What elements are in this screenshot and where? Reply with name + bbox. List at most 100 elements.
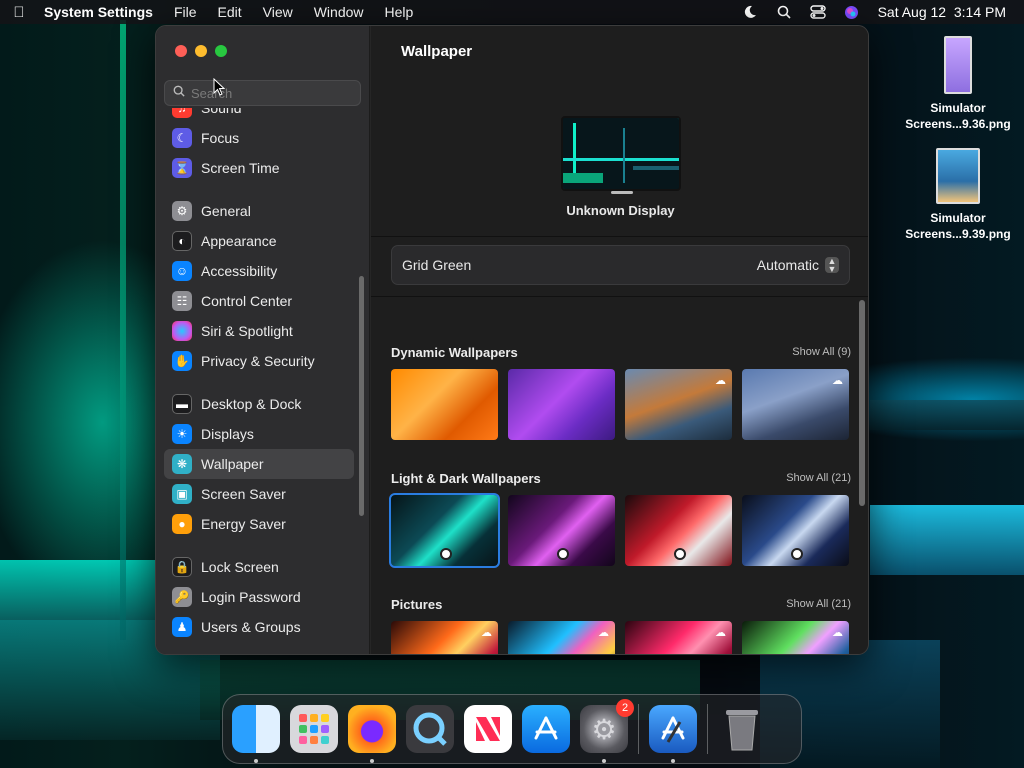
wallpaper-thumbnail[interactable] xyxy=(508,369,615,440)
show-all-button[interactable]: Show All (9) xyxy=(792,346,851,358)
menu-view[interactable]: View xyxy=(263,4,293,20)
desktop-file-name: Simulator xyxy=(930,211,986,225)
menu-file[interactable]: File xyxy=(174,4,197,20)
wallpaper-thumbnail[interactable]: ☁ xyxy=(742,621,849,654)
sidebar-item-energy-saver[interactable]: ● Energy Saver xyxy=(164,509,354,539)
running-indicator xyxy=(254,759,258,763)
siri-icon xyxy=(172,321,192,341)
siri-icon[interactable] xyxy=(844,4,860,20)
display-preview xyxy=(561,116,681,191)
wallpaper-band xyxy=(0,560,160,620)
desktop-file-name: Simulator xyxy=(930,101,986,115)
app-store-icon[interactable] xyxy=(522,705,570,753)
sidebar-item-displays[interactable]: ☀ Displays xyxy=(164,419,354,449)
light-dark-badge-icon xyxy=(440,548,452,560)
menu-edit[interactable]: Edit xyxy=(218,4,242,20)
moon-icon: ☾ xyxy=(172,128,192,148)
system-settings-icon[interactable]: ⚙ 2 xyxy=(580,699,634,763)
dock-separator xyxy=(707,704,708,754)
zoom-button[interactable] xyxy=(215,45,227,57)
trash-icon[interactable] xyxy=(718,705,766,753)
display-stand xyxy=(611,191,633,194)
xcode-icon[interactable] xyxy=(649,705,697,763)
sidebar-item-label: Focus xyxy=(201,130,240,146)
sidebar-item-appearance[interactable]: ◐ Appearance xyxy=(164,226,354,256)
sidebar-item-focus[interactable]: ☾ Focus xyxy=(164,123,354,153)
menu-help[interactable]: Help xyxy=(385,4,414,20)
sidebar-item-login-password[interactable]: 🔑 Login Password xyxy=(164,582,354,612)
sidebar-group: 🔒 Lock Screen 🔑 Login Password ♟ Users &… xyxy=(164,552,354,642)
wallpaper-thumbnail[interactable]: ☁ xyxy=(391,621,498,654)
screen-saver-icon: ▣ xyxy=(172,484,192,504)
sidebar-item-lock-screen[interactable]: 🔒 Lock Screen xyxy=(164,552,354,582)
sidebar-item-users-groups[interactable]: ♟ Users & Groups xyxy=(164,612,354,642)
gear-icon: ⚙ xyxy=(172,201,192,221)
sidebar-item-label: Accessibility xyxy=(201,263,278,279)
mouse-pointer-icon xyxy=(213,77,226,101)
divider xyxy=(371,236,868,237)
section-pictures: Pictures Show All (21) ☁ ☁ ☁ ☁ xyxy=(391,595,851,654)
running-indicator xyxy=(370,759,374,763)
sidebar-item-label: Wallpaper xyxy=(201,456,264,472)
sidebar-group: ▬ Desktop & Dock ☀ Displays ❋ Wallpaper … xyxy=(164,389,354,539)
sidebar-item-label: Users & Groups xyxy=(201,619,301,635)
desktop-file-screenshot-2[interactable]: Simulator Screens...9.39.png xyxy=(898,148,1018,242)
sidebar-item-label: Appearance xyxy=(201,233,277,249)
wallpaper-thumbnail-selected[interactable] xyxy=(389,493,500,568)
sidebar-item-screen-time[interactable]: ⌛ Screen Time xyxy=(164,153,354,183)
launchpad-icon[interactable] xyxy=(290,705,338,753)
firefox-icon[interactable] xyxy=(348,705,396,763)
wallpaper-thumbnail[interactable] xyxy=(508,495,615,566)
users-icon: ♟ xyxy=(172,617,192,637)
show-all-button[interactable]: Show All (21) xyxy=(786,472,851,484)
control-center-icon[interactable] xyxy=(809,4,826,20)
wallpaper-thumbnail[interactable] xyxy=(742,495,849,566)
sidebar-item-accessibility[interactable]: ☺ Accessibility xyxy=(164,256,354,286)
close-button[interactable] xyxy=(175,45,187,57)
sidebar-item-control-center[interactable]: ☷ Control Center xyxy=(164,286,354,316)
chevron-updown-icon: ▲ ▼ xyxy=(825,257,839,274)
sidebar-item-privacy-security[interactable]: ✋ Privacy & Security xyxy=(164,346,354,376)
sidebar: ♫ Sound ☾ Focus ⌛ Screen Time ⚙ General xyxy=(156,26,370,654)
search-icon[interactable] xyxy=(776,4,792,20)
menu-window[interactable]: Window xyxy=(314,4,364,20)
sun-icon: ☀ xyxy=(172,424,192,444)
wallpaper-thumbnail[interactable] xyxy=(391,369,498,440)
wallpaper-band xyxy=(870,505,1024,575)
wallpaper-thumbnail[interactable]: ☁ xyxy=(625,621,732,654)
sidebar-item-sound[interactable]: ♫ Sound xyxy=(164,108,354,123)
clock-datetime[interactable]: Sat Aug 12 3:14 PM xyxy=(878,4,1006,20)
sidebar-scrollbar[interactable] xyxy=(359,276,364,516)
sidebar-item-label: Control Center xyxy=(201,293,293,309)
sidebar-item-siri-spotlight[interactable]: Siri & Spotlight xyxy=(164,316,354,346)
menu-app-name[interactable]: System Settings xyxy=(44,4,153,20)
padlock-icon: 🔑 xyxy=(172,587,192,607)
show-all-button[interactable]: Show All (21) xyxy=(786,598,851,610)
page-title: Wallpaper xyxy=(401,43,473,60)
gallery-scrollbar[interactable] xyxy=(859,300,865,506)
wallpaper-thumbnail[interactable] xyxy=(625,495,732,566)
desktop-file-screenshot-1[interactable]: Simulator Screens...9.36.png xyxy=(898,36,1018,132)
search-field[interactable] xyxy=(164,80,361,106)
sidebar-item-general[interactable]: ⚙ General xyxy=(164,196,354,226)
finder-icon[interactable] xyxy=(232,705,280,763)
quicktime-icon[interactable] xyxy=(406,705,454,753)
wallpaper-thumbnail[interactable]: ☁ xyxy=(742,369,849,440)
focus-moon-icon[interactable] xyxy=(742,4,758,20)
speaker-icon: ♫ xyxy=(172,108,192,118)
sidebar-item-screen-saver[interactable]: ▣ Screen Saver xyxy=(164,479,354,509)
sidebar-item-label: Sound xyxy=(201,108,242,116)
wallpaper-band xyxy=(870,400,1024,430)
sidebar-item-desktop-dock[interactable]: ▬ Desktop & Dock xyxy=(164,389,354,419)
news-icon[interactable] xyxy=(464,705,512,753)
wallpaper-thumbnail[interactable]: ☁ xyxy=(625,369,732,440)
apple-icon[interactable]:  xyxy=(10,4,28,21)
sidebar-item-wallpaper[interactable]: ❋ Wallpaper xyxy=(164,449,354,479)
dock: ⚙ 2 xyxy=(222,694,802,764)
desktop-file-name: Screens...9.36.png xyxy=(905,117,1011,131)
download-cloud-icon: ☁ xyxy=(832,375,843,387)
wallpaper-thumbnail[interactable]: ☁ xyxy=(508,621,615,654)
sidebar-item-label: Displays xyxy=(201,426,254,442)
appearance-mode-select[interactable]: Automatic ▲ ▼ xyxy=(757,257,839,274)
minimize-button[interactable] xyxy=(195,45,207,57)
